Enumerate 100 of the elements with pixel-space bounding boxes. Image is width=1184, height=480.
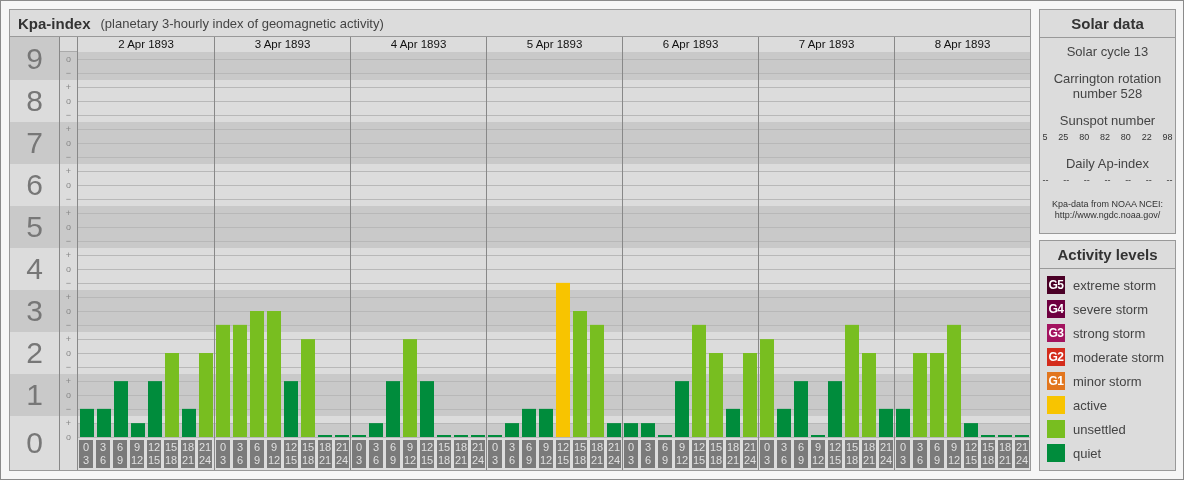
- tick-mark: −: [60, 66, 77, 80]
- level-swatch: G1: [1047, 372, 1065, 390]
- date-label: 2 Apr 1893: [117, 37, 175, 52]
- bar: [148, 381, 162, 437]
- bar: [284, 381, 298, 437]
- level-swatch: G4: [1047, 300, 1065, 318]
- time-slot-label: 6 9: [522, 440, 536, 468]
- time-slot-label: 15 18: [437, 440, 451, 468]
- level-label: extreme storm: [1073, 277, 1157, 293]
- level-label: severe storm: [1073, 301, 1149, 317]
- bar: [420, 381, 434, 437]
- ap-index-value: --: [1166, 175, 1173, 185]
- bar: [182, 408, 196, 437]
- time-slot-label: 9 12: [130, 440, 144, 468]
- level-label: minor storm: [1073, 373, 1142, 389]
- ap-index-value: --: [1125, 175, 1132, 185]
- time-slot-label: 9 12: [947, 440, 961, 468]
- time-slot-label: 9 12: [267, 440, 281, 468]
- time-slot-label: 18 21: [590, 440, 604, 468]
- time-slot-label: 18 21: [181, 440, 195, 468]
- time-slot-label: 6 9: [113, 440, 127, 468]
- time-slot-label: 6 9: [386, 440, 400, 468]
- tick-mark: +: [60, 122, 77, 136]
- time-slot-label: 12 15: [964, 440, 978, 468]
- time-slot-label: 0 3: [624, 440, 638, 468]
- carrington-rotation: Carrington rotation number 528: [1052, 71, 1163, 101]
- time-slot-label: 0 3: [352, 440, 366, 468]
- bar: [794, 381, 808, 437]
- bar: [675, 381, 689, 437]
- ap-index-value: --: [1145, 175, 1152, 185]
- time-slot-label: 0 3: [488, 440, 502, 468]
- bar: [131, 423, 145, 437]
- y-axis-label: 3: [10, 290, 59, 332]
- time-slot-label: 15 18: [709, 440, 723, 468]
- bar: [114, 381, 128, 437]
- ap-index-value: --: [1083, 175, 1090, 185]
- sunspot-value: 82: [1100, 132, 1110, 142]
- time-slot-label: 15 18: [164, 440, 178, 468]
- bar: [726, 408, 740, 437]
- time-slot-label: 15 18: [573, 440, 587, 468]
- time-slot-label: 15 18: [301, 440, 315, 468]
- ap-index-label: Daily Ap-index: [1065, 156, 1150, 171]
- panel-title: Solar data: [1040, 10, 1175, 38]
- level-label: unsettled: [1073, 421, 1126, 437]
- ap-index-value: --: [1063, 175, 1070, 185]
- time-slot-label: 9 12: [811, 440, 825, 468]
- bar: [896, 408, 910, 437]
- tick-mark: −: [60, 234, 77, 248]
- time-slot-label: 3 6: [641, 440, 655, 468]
- y-axis-label: 9: [10, 37, 59, 80]
- time-slot-label: 21 24: [879, 440, 893, 468]
- time-slot-label: 0 3: [216, 440, 230, 468]
- level-label: moderate storm: [1073, 349, 1165, 365]
- time-slot-label: 21 24: [1015, 440, 1029, 468]
- time-slot-label: 9 12: [675, 440, 689, 468]
- time-slot-label: 12 15: [147, 440, 161, 468]
- time-slot-label: 3 6: [777, 440, 791, 468]
- data-credit: Kpa-data from NOAA NCEI:: [1051, 199, 1163, 210]
- time-slot-label: 21 24: [335, 440, 349, 468]
- time-slot-label: 18 21: [454, 440, 468, 468]
- time-slot-label: 3 6: [96, 440, 110, 468]
- tick-mark: −: [60, 150, 77, 164]
- time-slot-label: 15 18: [981, 440, 995, 468]
- credit-url: http://www.ngdc.noaa.gov/: [1054, 210, 1161, 221]
- bar: [828, 381, 842, 437]
- time-slot-label: 18 21: [318, 440, 332, 468]
- bar: [624, 423, 638, 437]
- sunspot-value: 22: [1141, 132, 1152, 142]
- bar: [641, 423, 655, 437]
- time-slot-label: 6 9: [250, 440, 264, 468]
- time-slot-label: 0 3: [760, 440, 774, 468]
- sunspot-value: 80: [1079, 132, 1090, 142]
- time-slot-label: 6 9: [930, 440, 944, 468]
- time-slot-label: 12 15: [284, 440, 298, 468]
- bar: [879, 408, 893, 437]
- bar: [505, 423, 519, 437]
- time-slot-label: 6 9: [658, 440, 672, 468]
- time-slot-label: 3 6: [369, 440, 383, 468]
- tick-mark: +: [60, 374, 77, 388]
- sunspot-value: 5: [1042, 132, 1048, 142]
- sunspot-value: 80: [1120, 132, 1131, 142]
- panel-title: Activity levels: [1040, 241, 1175, 269]
- time-slot-label: 15 18: [845, 440, 859, 468]
- solar-cycle: Solar cycle 13: [1066, 44, 1149, 59]
- time-slot-label: 21 24: [471, 440, 485, 468]
- y-axis-label: 1: [10, 374, 59, 416]
- bar: [386, 381, 400, 437]
- level-swatch: G3: [1047, 324, 1065, 342]
- y-axis-label: 7: [10, 122, 59, 164]
- ap-index-value: --: [1104, 175, 1111, 185]
- time-slot-label: 12 15: [556, 440, 570, 468]
- time-slot-label: 21 24: [607, 440, 621, 468]
- level-label: quiet: [1073, 445, 1102, 461]
- time-slot-label: 6 9: [794, 440, 808, 468]
- bar: [97, 408, 111, 437]
- time-slot-label: 9 12: [403, 440, 417, 468]
- time-slot-label: 21 24: [198, 440, 212, 468]
- bar: [607, 423, 621, 437]
- sunspot-label: Sunspot number: [1059, 113, 1156, 128]
- bar: [369, 423, 383, 437]
